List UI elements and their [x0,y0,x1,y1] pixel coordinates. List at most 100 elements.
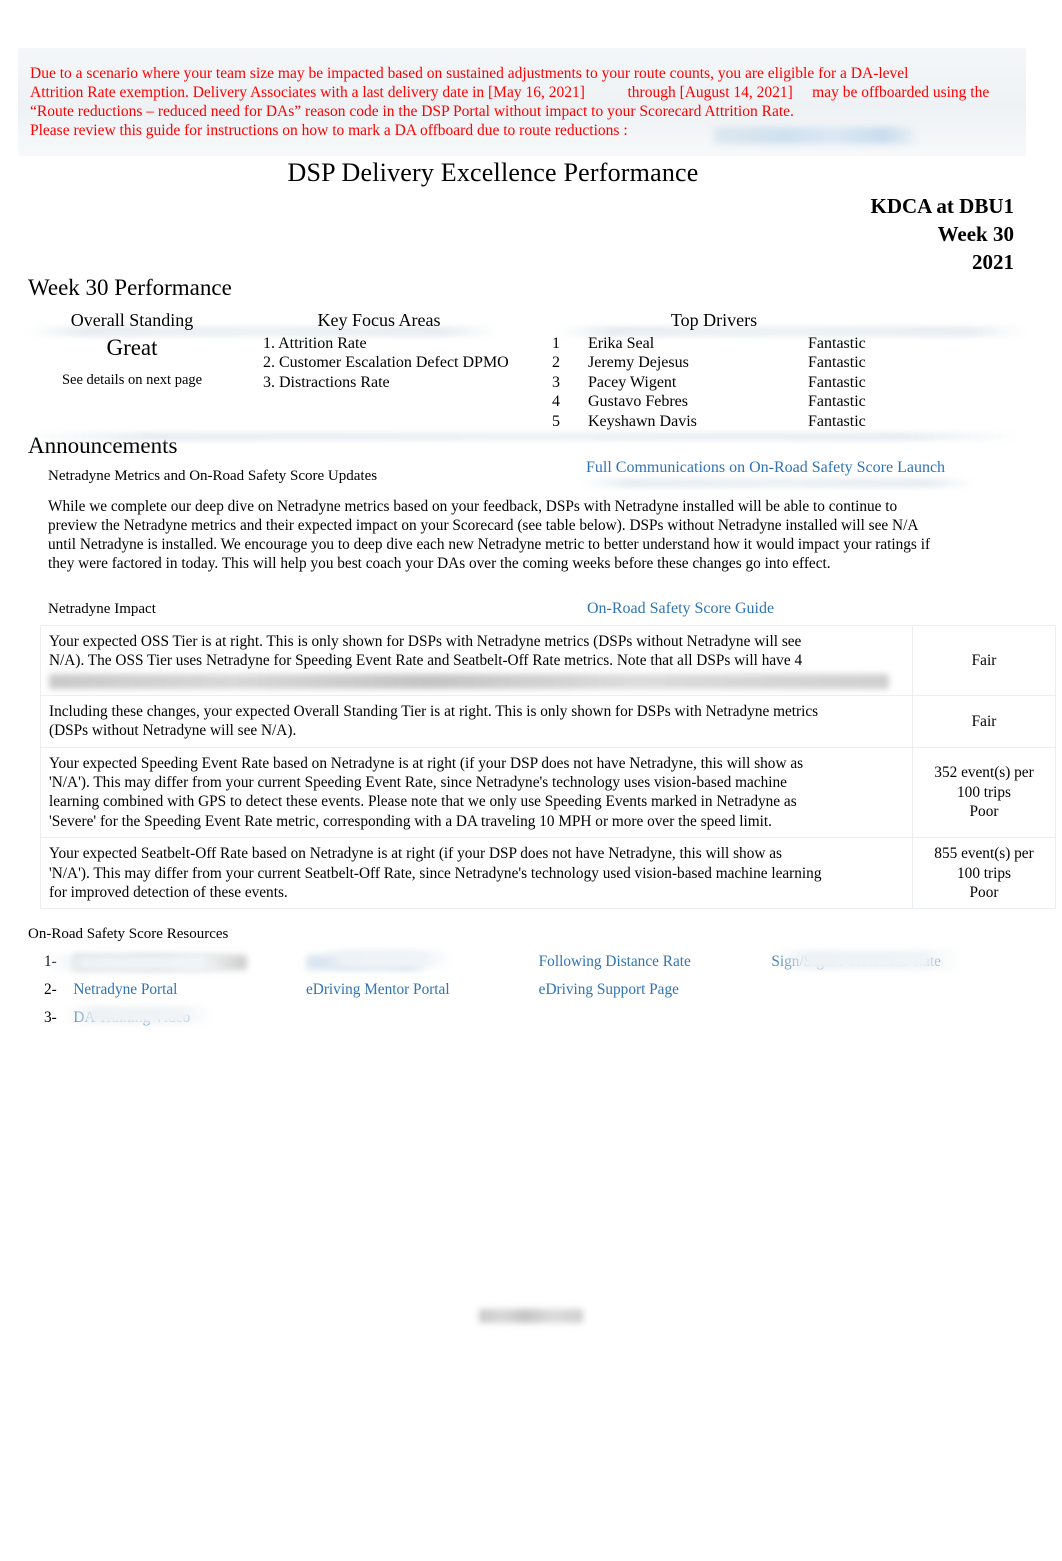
edriving-mentor-portal-link[interactable]: eDriving Mentor Portal [306,981,450,998]
impact-line: Your expected OSS Tier is at right. This… [49,633,802,650]
announcement-body: While we complete our deep dive on Netra… [48,497,948,573]
report-year: 2021 [972,250,1014,274]
resource-link-redacted-blue[interactable] [306,953,539,971]
driver-rank: 5 [552,412,560,430]
scorecard-page: Due to a scenario where your team size m… [0,0,1062,1561]
table-row: Your expected Speeding Event Rate based … [40,746,1056,839]
key-focus-areas-list: 1. Attrition Rate 2. Customer Escalation… [263,334,563,392]
notice-line-1: Due to a scenario where your team size m… [30,65,909,82]
driver-name: Keyshawn Davis [588,412,697,430]
sign-signal-violations-rate-link[interactable]: Sign/Signal Violations Rate [771,953,941,970]
announcement-body-line: they were factored in today. This will h… [48,555,831,572]
impact-line-redacted [49,673,889,689]
page-footer [0,1308,1062,1324]
impact-line: Including these changes, your expected O… [49,702,819,720]
impact-value-oss-tier: Fair [912,625,1056,696]
impact-value-speeding-event-rate: 352 event(s) per 100 trips Poor [912,746,1056,839]
table-row: Including these changes, your expected O… [40,694,1056,748]
top-drivers-title: Top Drivers [670,310,758,330]
netradyne-impact-table: Your expected OSS Tier is at right. This… [40,625,1056,910]
impact-value-line: 855 event(s) per [934,845,1034,863]
impact-line: Your expected Speeding Event Rate based … [49,754,804,772]
page-number-redacted [479,1308,583,1323]
driver-score: Fantastic [808,335,866,352]
notice-line-3: “Route reductions – reduced need for DAs… [30,103,794,120]
resource-row-number: 1- [44,953,57,970]
resources-list: 1- Following Distance Rate Sign/Signal V… [44,948,1004,1032]
impact-description-oss-tier: Your expected OSS Tier is at right. This… [40,625,913,696]
key-focus-item: 3. Distractions Rate [263,373,390,391]
page-title: DSP Delivery Excellence Performance [287,158,699,187]
impact-value-line: Fair [971,651,997,669]
impact-line: N/A). The OSS Tier uses Netradyne for Sp… [49,652,803,670]
impact-value-line: 100 trips [957,864,1011,882]
resource-link-netradyne-portal[interactable]: Netradyne Portal [73,981,306,999]
driver-rank: 4 [552,393,560,411]
top-driver-row: 2 Jeremy Dejesus Fantastic [552,353,972,372]
divider-full-comms-link [582,478,974,488]
overall-standing-value: Great [106,335,158,360]
driver-rank: 1 [552,335,560,352]
netradyne-portal-link[interactable]: Netradyne Portal [73,981,177,998]
resource-link-da-training-video[interactable]: DA Training Video [73,1009,306,1027]
resource-row: 3- DA Training Video [44,1004,1004,1032]
resource-link-edriving-mentor-portal[interactable]: eDriving Mentor Portal [306,981,539,999]
overall-standing-note: See details on next page [61,372,203,388]
top-drivers-list: 1 Erika Seal Fantastic 2 Jeremy Dejesus … [552,334,972,431]
edriving-support-page-link[interactable]: eDriving Support Page [539,981,679,998]
netradyne-impact-label: Netradyne Impact [48,601,156,617]
following-distance-rate-link[interactable]: Following Distance Rate [539,953,691,970]
impact-line: for improved detection of these events. [49,884,288,902]
divider-announcements [28,432,1024,441]
impact-line: 'N/A'). This may differ from your curren… [49,774,787,792]
key-focus-item: 2. Customer Escalation Defect DPMO [263,354,509,372]
driver-rank: 2 [552,354,560,372]
impact-value-line: 100 trips [957,783,1011,801]
resource-blurred-link [306,954,424,970]
impact-line: (DSPs without Netradyne will see N/A). [49,722,297,740]
announcement-body-line: until Netradyne is installed. We encoura… [48,536,931,553]
driver-score: Fantastic [808,354,866,372]
impact-line: 'Severe' for the Speeding Event Rate met… [49,812,773,830]
resource-row: 1- Following Distance Rate Sign/Signal V… [44,948,1004,976]
announcement-body-line: preview the Netradyne metrics and their … [48,517,919,534]
driver-score: Fantastic [808,373,866,391]
resource-link-edriving-support-page[interactable]: eDriving Support Page [539,981,772,999]
impact-value-rating: Poor [969,884,999,902]
impact-description-overall-standing-tier: Including these changes, your expected O… [40,694,913,748]
resource-row-number: 3- [44,1009,57,1026]
station-name: KDCA at DBU1 [870,194,1014,218]
week-performance-heading: Week 30 Performance [28,275,232,300]
driver-name: Gustavo Febres [588,393,688,411]
resource-row-number: 2- [44,981,57,998]
report-meta: KDCA at DBU1 Week 30 2021 [514,192,1014,276]
impact-value-seatbelt-off-rate: 855 event(s) per 100 trips Poor [912,837,1056,910]
full-communications-link[interactable]: Full Communications on On-Road Safety Sc… [586,459,945,477]
impact-line: 'N/A'). This may differ from your curren… [49,864,822,882]
top-driver-row: 1 Erika Seal Fantastic [552,334,972,353]
impact-value-line: 352 event(s) per [934,764,1034,782]
resource-link-following-distance-rate[interactable]: Following Distance Rate [539,953,772,971]
driver-rank: 3 [552,373,560,391]
impact-value-rating: Poor [969,803,999,821]
announcement-body-line: While we complete our deep dive on Netra… [48,498,898,515]
table-row: Your expected OSS Tier is at right. This… [40,625,1056,696]
top-driver-row: 3 Pacey Wigent Fantastic [552,373,972,392]
resources-label: On-Road Safety Score Resources [28,926,229,942]
impact-value-overall-standing-tier: Fair [912,694,1056,748]
resource-link-redacted-text[interactable] [73,953,306,971]
overall-standing-title: Overall Standing [70,310,194,330]
resource-row: 2- Netradyne Portal eDriving Mentor Port… [44,976,1004,1004]
da-training-video-link[interactable]: DA Training Video [73,1009,190,1026]
impact-description-speeding-event-rate: Your expected Speeding Event Rate based … [40,746,913,839]
key-focus-areas-title: Key Focus Areas [317,310,441,330]
notice-guide-link-redacted[interactable] [714,127,914,144]
resource-link-sign-signal-violations-rate[interactable]: Sign/Signal Violations Rate [771,953,1004,971]
notice-line-2: Attrition Rate exemption. Delivery Assoc… [30,84,990,101]
driver-name: Pacey Wigent [588,373,677,391]
key-focus-item: 1. Attrition Rate [263,335,367,352]
driver-score: Fantastic [808,412,866,430]
on-road-safety-score-guide-link[interactable]: On-Road Safety Score Guide [587,600,774,618]
announcement-subtitle: Netradyne Metrics and On-Road Safety Sco… [48,468,378,484]
resource-blurred-label [73,954,248,970]
